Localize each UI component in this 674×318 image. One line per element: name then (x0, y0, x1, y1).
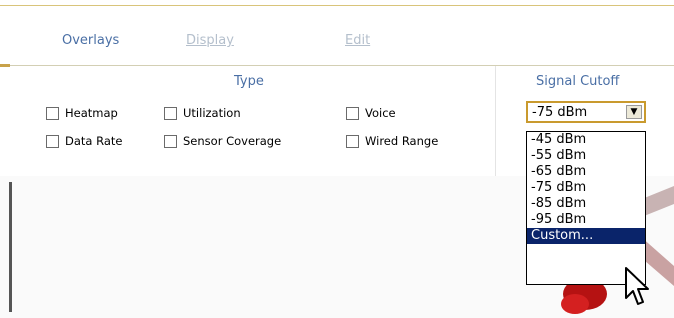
options-panel-accent (0, 64, 10, 67)
checkbox-label: Heatmap (65, 106, 118, 120)
signal-cutoff-select[interactable]: -75 dBm ▼ (526, 101, 646, 123)
options-panel-top-border (0, 65, 674, 66)
checkbox-icon[interactable] (164, 135, 177, 148)
checkbox-icon[interactable] (46, 107, 59, 120)
top-divider (0, 5, 674, 6)
checkbox-heatmap[interactable]: Heatmap (46, 106, 118, 120)
checkbox-icon[interactable] (346, 135, 359, 148)
dropdown-option-45[interactable]: -45 dBm (527, 132, 645, 148)
checkbox-icon[interactable] (164, 107, 177, 120)
signal-cutoff-value: -75 dBm (532, 105, 588, 120)
chevron-down-icon[interactable]: ▼ (626, 105, 642, 119)
dropdown-option-65[interactable]: -65 dBm (527, 164, 645, 180)
checkbox-data-rate[interactable]: Data Rate (46, 134, 122, 148)
checkbox-utilization[interactable]: Utilization (164, 106, 241, 120)
checkbox-label: Utilization (183, 106, 241, 120)
tab-display[interactable]: Display (186, 33, 234, 48)
dropdown-option-custom[interactable]: Custom... (527, 228, 645, 244)
checkbox-label: Data Rate (65, 134, 123, 148)
checkbox-icon[interactable] (46, 135, 59, 148)
checkbox-icon[interactable] (346, 107, 359, 120)
tab-edit[interactable]: Edit (345, 33, 370, 48)
dropdown-option-55[interactable]: -55 dBm (527, 148, 645, 164)
signal-cutoff-dropdown[interactable]: -45 dBm -55 dBm -65 dBm -75 dBm -85 dBm … (526, 131, 646, 285)
checkbox-sensor-coverage[interactable]: Sensor Coverage (164, 134, 281, 148)
dropdown-option-75[interactable]: -75 dBm (527, 180, 645, 196)
checkbox-label: Sensor Coverage (183, 134, 282, 148)
section-divider (495, 66, 496, 176)
type-section-title: Type (234, 74, 264, 89)
signal-cutoff-title: Signal Cutoff (536, 74, 620, 89)
canvas-red-blob (561, 294, 589, 314)
checkbox-voice[interactable]: Voice (346, 106, 396, 120)
checkbox-label: Voice (365, 106, 396, 120)
tab-overlays[interactable]: Overlays (62, 33, 119, 48)
dropdown-option-85[interactable]: -85 dBm (527, 196, 645, 212)
checkbox-wired-range[interactable]: Wired Range (346, 134, 438, 148)
mouse-pointer-icon (625, 267, 649, 305)
dropdown-option-95[interactable]: -95 dBm (527, 212, 645, 228)
checkbox-label: Wired Range (365, 134, 439, 148)
